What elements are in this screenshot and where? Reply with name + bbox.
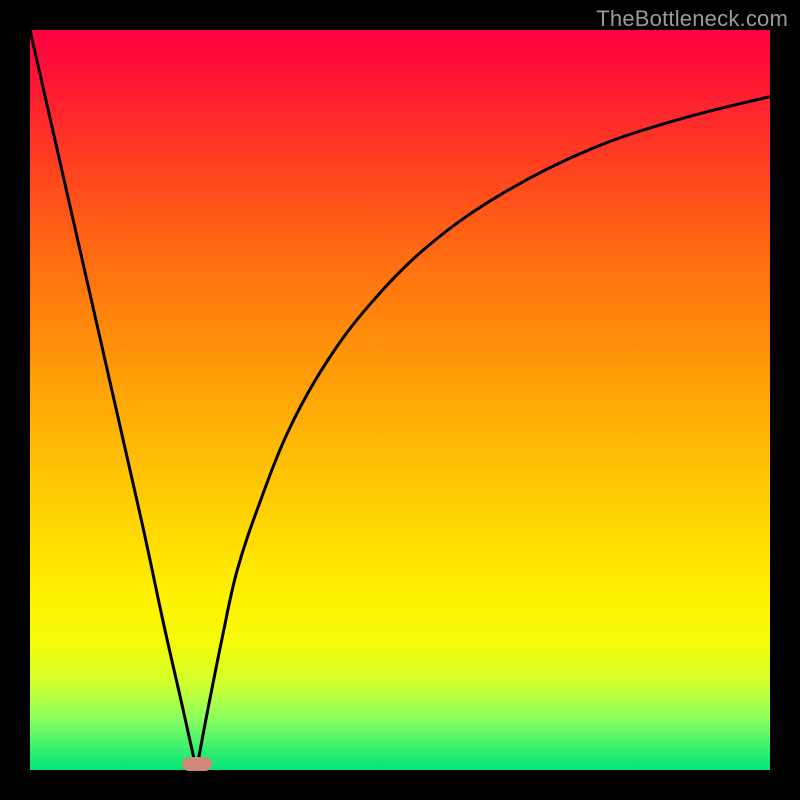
plot-area [30,30,770,770]
chart-frame: TheBottleneck.com [0,0,800,800]
optimal-point-marker [182,757,212,771]
bottleneck-curve [30,30,770,770]
curve-path [30,30,770,770]
watermark-text: TheBottleneck.com [596,6,788,32]
